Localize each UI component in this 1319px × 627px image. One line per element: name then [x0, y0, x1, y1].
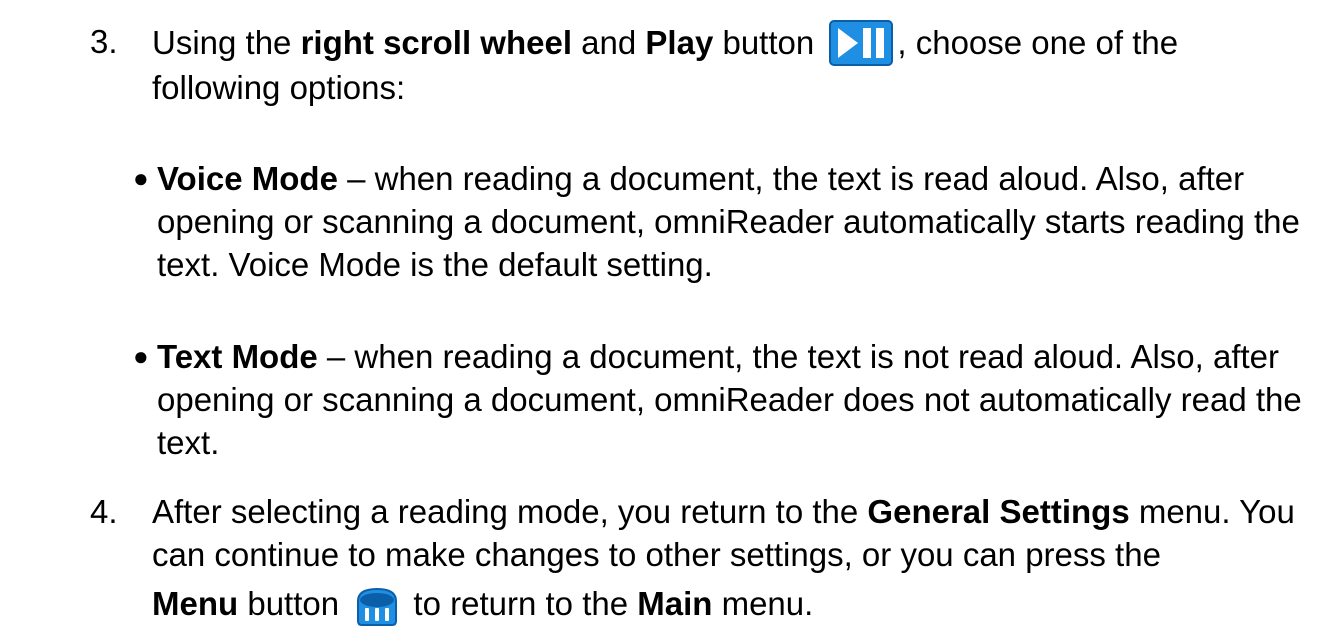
step-text: Using the right scroll wheel and Play bu…: [152, 20, 1305, 109]
text-run: button: [238, 585, 349, 622]
step-4: 4. After selecting a reading mode, you r…: [90, 490, 1305, 627]
bold-term: General Settings: [867, 493, 1130, 530]
bullet-text: – when reading a document, the text is n…: [157, 338, 1302, 461]
text-run: to return to the: [404, 585, 638, 622]
step-text: After selecting a reading mode, you retu…: [152, 490, 1305, 627]
step-number: 3.: [90, 23, 118, 60]
bold-term: right scroll wheel: [300, 24, 572, 61]
bullet-list: ● Text Mode – when reading a document, t…: [130, 335, 1310, 464]
list-item: ● Text Mode – when reading a document, t…: [130, 335, 1310, 464]
bullet-dot: ●: [133, 163, 149, 193]
text-run: menu.: [712, 585, 814, 622]
bullet-list: ● Voice Mode – when reading a document, …: [130, 157, 1310, 286]
step-3: 3. Using the right scroll wheel and Play…: [90, 20, 1305, 109]
step-number: 4.: [90, 493, 118, 530]
bullet-title: Text Mode: [157, 338, 318, 375]
menu-button-icon: [354, 587, 400, 627]
text-run: Using the: [152, 24, 301, 61]
bullet-title: Voice Mode: [157, 160, 338, 197]
text-run: and: [572, 24, 646, 61]
bold-term: Menu: [152, 585, 239, 622]
text-run: After selecting a reading mode, you retu…: [152, 493, 868, 530]
bold-term: Main: [637, 585, 713, 622]
list-item: ● Voice Mode – when reading a document, …: [130, 157, 1310, 286]
text-run: button: [713, 24, 824, 61]
play-pause-icon: [829, 20, 894, 66]
bullet-dot: ●: [133, 341, 149, 371]
bold-term: Play: [645, 24, 714, 61]
